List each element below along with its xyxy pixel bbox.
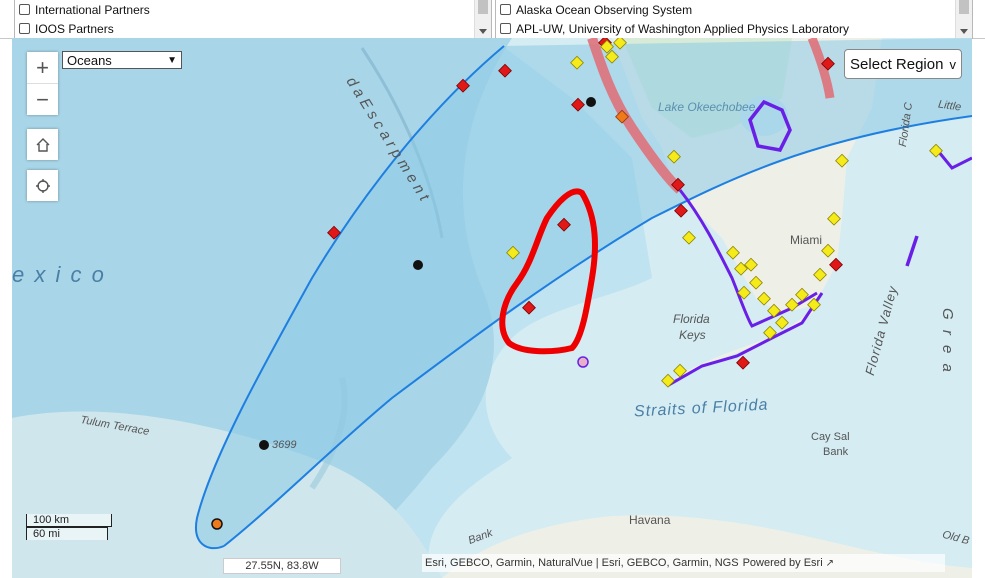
scroll-down-arrow-icon[interactable] xyxy=(479,29,487,34)
scale-bar: 100 km 60 mi xyxy=(26,514,112,540)
label-cay-sal-2: Bank xyxy=(823,446,849,458)
filter-item-ioos-partners[interactable]: IOOS Partners xyxy=(15,19,491,38)
checkbox[interactable] xyxy=(19,4,30,15)
label-mexico: e x i c o xyxy=(12,262,106,287)
label-lake-okeechobee: Lake Okeechobee xyxy=(658,100,756,114)
home-button[interactable] xyxy=(27,129,58,160)
label-florida-keys-1: Florida xyxy=(673,312,710,326)
scrollbar-thumb[interactable] xyxy=(478,0,488,14)
filter-item-label: International Partners xyxy=(35,2,150,17)
filter-item-apl-uw[interactable]: APL-UW, University of Washington Applied… xyxy=(496,19,972,38)
locate-button[interactable] xyxy=(27,170,58,201)
label-station-3699: 3699 xyxy=(272,439,297,451)
locate-icon xyxy=(35,178,50,193)
filter-item-international-partners[interactable]: International Partners xyxy=(15,0,491,19)
label-havana: Havana xyxy=(629,513,671,527)
checkbox[interactable] xyxy=(500,23,511,34)
checkbox[interactable] xyxy=(500,4,511,15)
filter-item-label: APL-UW, University of Washington Applied… xyxy=(516,21,850,36)
home-icon xyxy=(36,137,49,152)
scrollbar-thumb[interactable] xyxy=(959,0,969,14)
attribution: Esri, GEBCO, Garmin, NaturalVue | Esri, … xyxy=(422,554,945,572)
scale-km: 100 km xyxy=(26,514,112,527)
label-florida-keys-2: Keys xyxy=(679,328,706,342)
checkbox[interactable] xyxy=(19,23,30,34)
select-region-label: Select Region xyxy=(850,55,944,73)
select-region-button[interactable]: Select Region v xyxy=(844,49,962,79)
special-marker xyxy=(577,356,589,368)
scale-mi: 60 mi xyxy=(26,527,108,540)
chevron-down-icon: ▼ xyxy=(167,54,177,66)
powered-by-link[interactable]: Powered by Esri xyxy=(743,557,823,569)
origin-marker xyxy=(211,518,223,530)
basemap-select-value: Oceans xyxy=(67,52,112,68)
chevron-down-icon: v xyxy=(949,56,956,72)
zoom-control: + − xyxy=(27,52,58,115)
filter-item-label: Alaska Ocean Observing System xyxy=(516,2,693,17)
map-view[interactable]: e x i c o d a E s c a r p m e n t Tulum … xyxy=(12,38,972,578)
scroll-down-arrow-icon[interactable] xyxy=(960,29,968,34)
zoom-out-button[interactable]: − xyxy=(27,84,58,115)
label-miami: Miami xyxy=(790,233,822,247)
scrollbar[interactable] xyxy=(955,0,972,38)
filter-item-label: IOOS Partners xyxy=(35,21,114,36)
zoom-in-button[interactable]: + xyxy=(27,52,58,84)
map-canvas xyxy=(12,38,972,578)
external-link-icon[interactable]: ↗ xyxy=(826,558,834,569)
label-cay-sal-1: Cay Sal xyxy=(811,431,850,443)
scrollbar[interactable] xyxy=(474,0,491,38)
basemap-select[interactable]: Oceans ▼ xyxy=(62,51,182,69)
filter-list-right[interactable]: Alaska Ocean Observing System APL-UW, Un… xyxy=(495,0,973,39)
filter-panel: International Partners IOOS Partners Ala… xyxy=(0,0,985,39)
filter-list-left[interactable]: International Partners IOOS Partners xyxy=(14,0,492,39)
filter-item-aoos[interactable]: Alaska Ocean Observing System xyxy=(496,0,972,19)
cursor-coordinates: 27.55N, 83.8W xyxy=(223,558,341,574)
attribution-text: Esri, GEBCO, Garmin, NaturalVue | Esri, … xyxy=(425,557,739,569)
label-great: G r e a xyxy=(939,308,956,375)
